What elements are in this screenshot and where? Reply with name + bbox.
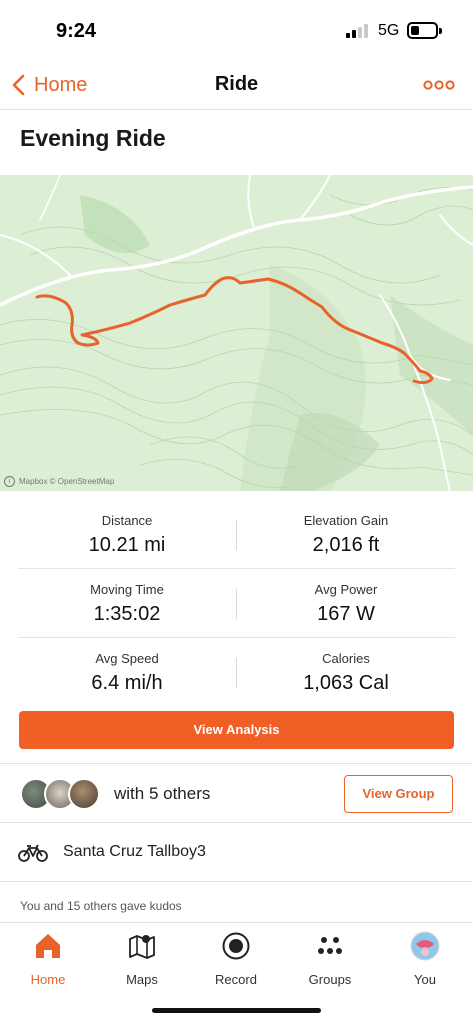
stat-label: Distance (101, 513, 153, 528)
groups-icon (318, 937, 342, 954)
home-indicator (152, 1008, 321, 1013)
info-icon[interactable]: i (4, 476, 15, 487)
stat-calories: Calories 1,063 Cal (237, 638, 455, 707)
stat-label: Moving Time (90, 582, 164, 597)
maps-icon (129, 935, 155, 959)
gear-name[interactable]: Santa Cruz Tallboy3 (63, 843, 206, 861)
tab-label: Home (30, 972, 66, 987)
tab-record[interactable]: Record (189, 929, 283, 989)
more-options-button[interactable] (423, 75, 455, 95)
view-analysis-button[interactable]: View Analysis (19, 711, 454, 749)
tab-label: Record (215, 972, 257, 987)
stat-value: 6.4 mi/h (91, 672, 163, 694)
more-icon (423, 80, 455, 90)
avatar (68, 778, 100, 810)
stat-row: Distance 10.21 mi Elevation Gain 2,016 f… (18, 500, 455, 569)
kudos-text[interactable]: You and 15 others gave kudos (20, 899, 182, 913)
status-time: 9:24 (56, 20, 97, 42)
stat-row: Moving Time 1:35:02 Avg Power 167 W (18, 569, 455, 638)
group-text: with 5 others (114, 784, 211, 803)
tab-label: Maps (126, 972, 158, 987)
map-attribution: i Mapbox © OpenStreetMap (4, 476, 114, 487)
stat-value: 1:35:02 (93, 603, 161, 625)
map-canvas (0, 175, 473, 491)
stat-label: Elevation Gain (303, 513, 389, 528)
divider (0, 822, 473, 823)
nav-header: Home Ride (0, 60, 473, 110)
tab-maps[interactable]: Maps (95, 929, 189, 989)
tab-home[interactable]: Home (1, 929, 95, 989)
tab-label: Groups (308, 972, 352, 987)
group-avatars[interactable] (20, 778, 102, 810)
network-type: 5G (378, 22, 400, 39)
stat-value: 2,016 ft (312, 534, 380, 556)
stat-avg-power: Avg Power 167 W (237, 569, 455, 638)
tab-you[interactable]: You (378, 929, 472, 989)
divider (0, 881, 473, 882)
stat-value: 1,063 Cal (303, 672, 389, 694)
stat-distance: Distance 10.21 mi (18, 500, 236, 569)
stat-label: Avg Power (314, 582, 378, 597)
stat-label: Calories (322, 651, 370, 666)
stat-value: 10.21 mi (88, 534, 166, 556)
attribution-text: Mapbox © OpenStreetMap (19, 477, 115, 486)
page-title: Ride (214, 73, 259, 95)
home-icon (36, 934, 60, 958)
battery-tip (439, 28, 442, 34)
tab-groups[interactable]: Groups (283, 929, 377, 989)
record-icon (222, 932, 250, 960)
battery-icon (407, 22, 438, 39)
route-map[interactable]: i Mapbox © OpenStreetMap (0, 175, 473, 491)
tab-label: You (414, 972, 436, 987)
activity-title: Evening Ride (20, 125, 166, 151)
status-bar: 9:24 5G (0, 0, 473, 60)
signal-icon (346, 24, 370, 38)
stat-label: Avg Speed (95, 651, 159, 666)
stat-moving-time: Moving Time 1:35:02 (18, 569, 236, 638)
divider (0, 763, 473, 764)
stat-avg-speed: Avg Speed 6.4 mi/h (18, 638, 236, 707)
stat-row: Avg Speed 6.4 mi/h Calories 1,063 Cal (18, 638, 455, 707)
bike-icon (18, 844, 48, 862)
stat-value: 167 W (317, 603, 375, 625)
stat-elevation-gain: Elevation Gain 2,016 ft (237, 500, 455, 569)
profile-avatar-icon (410, 931, 440, 961)
view-group-button[interactable]: View Group (344, 775, 453, 813)
